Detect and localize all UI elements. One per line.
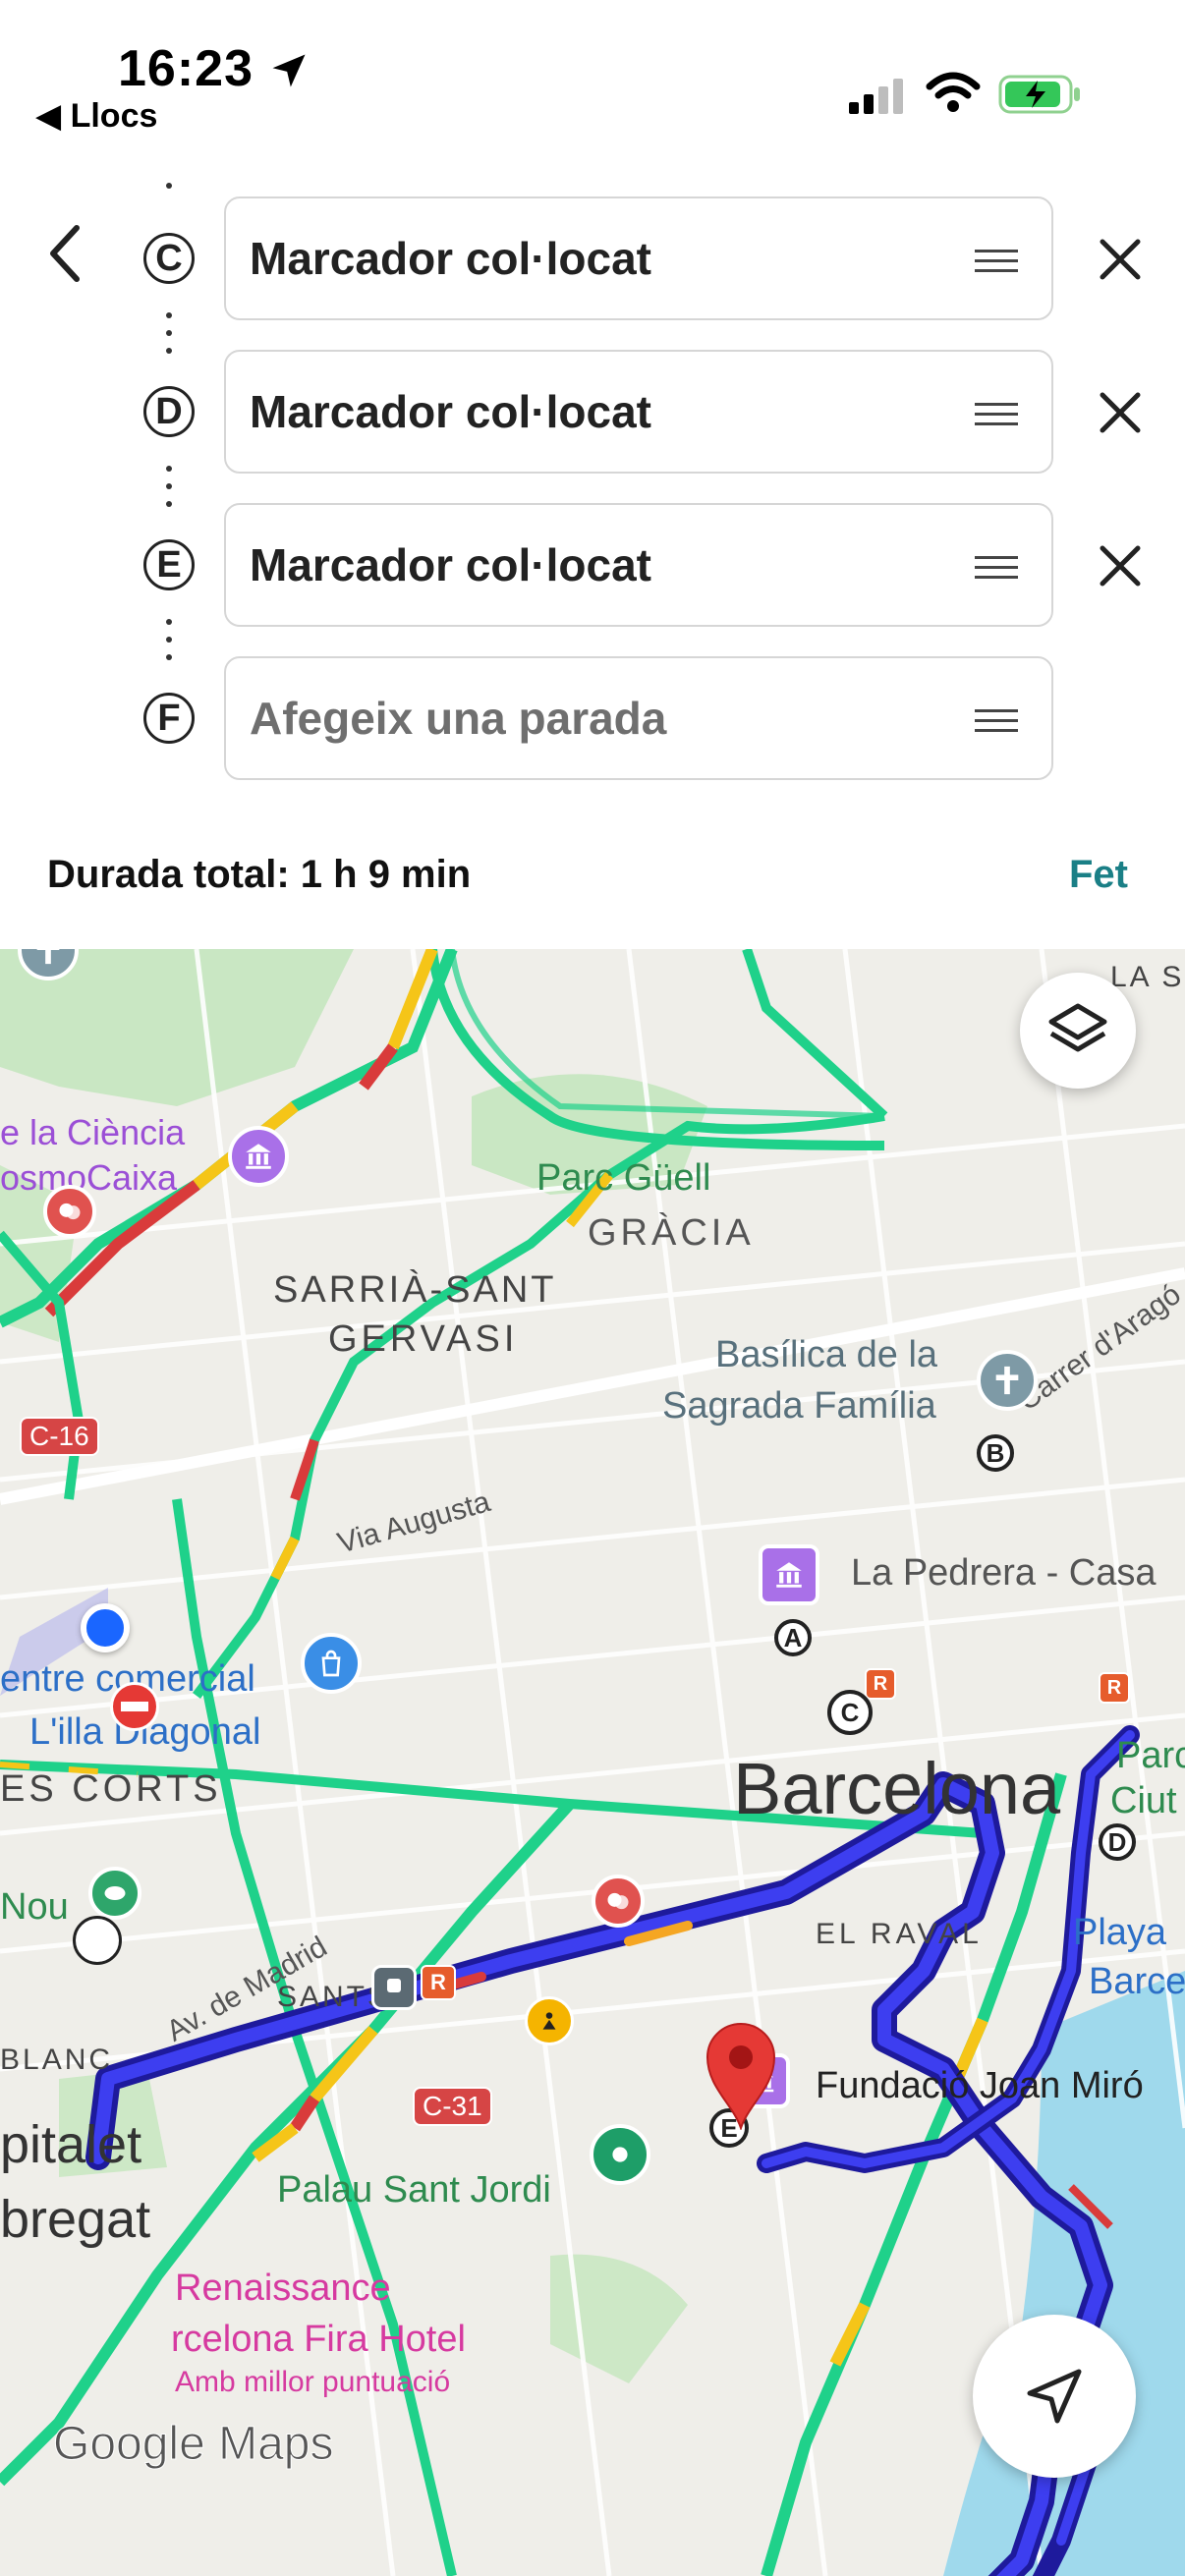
map-label: Renaissance: [175, 2268, 391, 2309]
remove-stop-c-icon[interactable]: [1093, 232, 1148, 287]
back-to-app-link[interactable]: ◀ Llocs: [35, 96, 157, 136]
drag-handle-icon[interactable]: [975, 556, 1018, 586]
destination-pin-icon[interactable]: [704, 2020, 778, 2130]
shopping-bag-icon[interactable]: [301, 1633, 362, 1694]
stop-input-d[interactable]: Marcador col·locat: [250, 385, 651, 438]
map-label: Playa: [1073, 1912, 1167, 1953]
museum-icon[interactable]: [228, 1126, 289, 1187]
google-maps-logo: Google Maps: [53, 2418, 334, 2471]
map-label: Sagrada Família: [662, 1385, 936, 1427]
map-label: Parc: [1116, 1735, 1185, 1776]
theater-icon[interactable]: [592, 1875, 645, 1928]
add-stop-input[interactable]: Afegeix una parada: [250, 692, 666, 745]
map-label: rcelona Fira Hotel: [171, 2319, 466, 2360]
train-station-icon: [371, 1965, 417, 2010]
route-connector-dots: [166, 312, 172, 365]
map-label: Barcelona: [733, 1748, 1061, 1829]
map-label: e la Ciència: [0, 1112, 186, 1152]
drag-handle-icon[interactable]: [975, 709, 1018, 739]
done-button[interactable]: Fet: [1069, 853, 1128, 897]
stop-letter-d: D: [143, 386, 195, 437]
map-label: BLANC: [0, 2044, 114, 2076]
construction-icon: [525, 1996, 574, 2045]
cellular-signal-icon: [849, 79, 903, 114]
map-label: bregat: [0, 2190, 151, 2249]
map-label: EL RAVAL: [816, 1918, 983, 1950]
map-label: GERVASI: [328, 1318, 519, 1360]
route-marker-c[interactable]: C: [827, 1690, 873, 1735]
drag-handle-icon[interactable]: [975, 403, 1018, 432]
map-label: pitalet: [0, 2115, 142, 2174]
road-shield-c31: C-31: [413, 2087, 492, 2126]
church-icon[interactable]: [977, 1350, 1038, 1411]
total-duration: Durada total: 1 h 9 min: [47, 853, 472, 896]
map-label: Parc Güell: [536, 1157, 711, 1199]
no-entry-icon: [110, 1682, 159, 1731]
map-label: Ciut: [1110, 1780, 1177, 1821]
wifi-icon: [926, 72, 981, 112]
stop-letter-f: F: [143, 693, 195, 744]
add-stop-field[interactable]: Afegeix una parada: [224, 656, 1053, 780]
remove-stop-d-icon[interactable]: [1093, 385, 1148, 440]
map-label: SARRIÀ-SANT: [273, 1269, 557, 1311]
map-label: Barcelo: [1089, 1961, 1185, 2002]
map-label: La Pedrera - Casa: [851, 1552, 1157, 1594]
layers-button[interactable]: [1020, 973, 1136, 1089]
route-marker-b[interactable]: B: [977, 1434, 1014, 1472]
location-arrow-icon: [272, 54, 306, 87]
status-bar: 16:23 ◀ Llocs: [0, 0, 1185, 157]
rail-icon: R: [421, 1965, 456, 2000]
remove-stop-e-icon[interactable]: [1093, 538, 1148, 593]
route-connector-dots: [166, 466, 172, 519]
museum-icon[interactable]: [759, 1544, 819, 1605]
status-time: 16:23: [118, 40, 254, 97]
drag-handle-icon[interactable]: [975, 250, 1018, 279]
route-marker-a[interactable]: A: [774, 1619, 812, 1656]
map-label: Palau Sant Jordi: [277, 2169, 551, 2211]
map-label: Nou: [0, 1886, 69, 1928]
stop-letter-e: E: [143, 539, 195, 590]
rail-icon: R: [1099, 1672, 1130, 1704]
recenter-button[interactable]: [973, 2315, 1136, 2478]
route-connector-dots: [166, 619, 172, 672]
map-label: Amb millor puntuació: [175, 2366, 451, 2398]
park-pin-icon[interactable]: [590, 2124, 650, 2185]
back-arrow-icon[interactable]: [37, 214, 96, 293]
map-view[interactable]: LA S e la Ciència osmoCaixa Parc Güell G…: [0, 949, 1185, 2576]
map-label: ES CORTS: [0, 1768, 222, 1810]
map-label: GRÀCIA: [588, 1212, 755, 1254]
stop-input-c[interactable]: Marcador col·locat: [250, 232, 651, 285]
stop-field-c[interactable]: Marcador col·locat: [224, 196, 1053, 320]
battery-charging-icon: [998, 75, 1080, 114]
stop-field-d[interactable]: Marcador col·locat: [224, 350, 1053, 474]
stop-input-e[interactable]: Marcador col·locat: [250, 538, 651, 591]
stadium-icon[interactable]: [88, 1867, 141, 1920]
road-shield-c16: C-16: [20, 1417, 99, 1456]
layers-icon: [1048, 1003, 1107, 1052]
route-connector-dots: [166, 183, 172, 200]
route-start-marker[interactable]: [73, 1916, 122, 1965]
navigation-arrow-icon: [1027, 2369, 1082, 2424]
map-label: Fundació Joan Miró: [816, 2065, 1144, 2106]
theater-icon[interactable]: [43, 1185, 96, 1238]
current-location-dot: [81, 1603, 130, 1652]
stop-field-e[interactable]: Marcador col·locat: [224, 503, 1053, 627]
route-marker-d[interactable]: D: [1099, 1823, 1136, 1861]
rail-icon: R: [865, 1668, 896, 1700]
stop-letter-c: C: [143, 233, 195, 284]
map-label: Basílica de la: [715, 1334, 938, 1375]
